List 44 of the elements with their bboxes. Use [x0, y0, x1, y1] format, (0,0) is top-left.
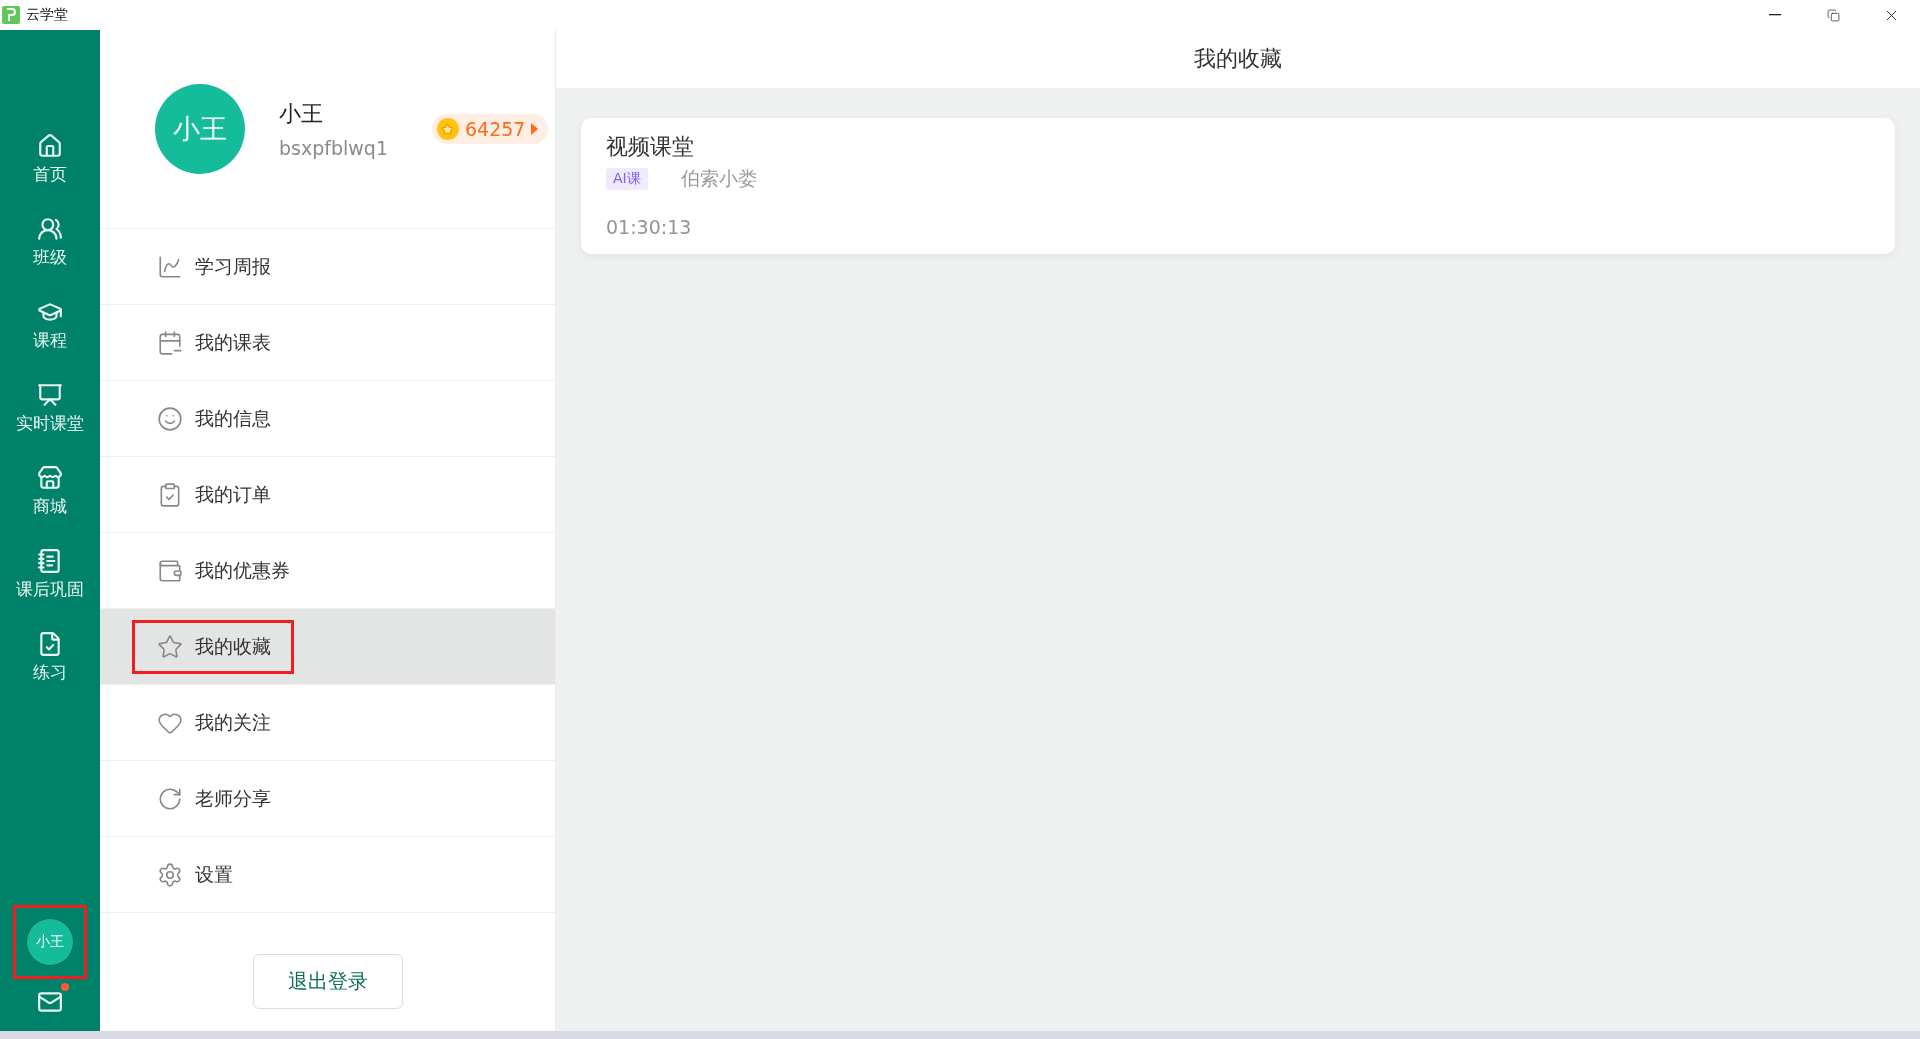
menu-item[interactable]: 学习周报 [132, 239, 294, 294]
nav-item[interactable]: 首页 [5, 118, 95, 201]
menu-item[interactable]: 设置 [132, 847, 256, 902]
checked-document-icon [37, 631, 63, 657]
nav-item[interactable]: 班级 [5, 201, 95, 284]
minimize-icon [1769, 14, 1781, 16]
username: bsxpfblwq1 [279, 137, 388, 159]
nav-item[interactable]: 商城 [5, 450, 95, 533]
menu-item[interactable]: 我的课表 [132, 315, 294, 370]
page-title: 我的收藏 [556, 30, 1920, 88]
caret-icon [531, 123, 539, 135]
star-icon [157, 633, 183, 660]
face-icon [157, 405, 183, 432]
menu-item[interactable]: 我的收藏 [132, 619, 294, 674]
calendar-icon [157, 329, 183, 356]
duration: 01:30:13 [606, 216, 693, 238]
nav-item[interactable]: 实时课堂 [5, 367, 95, 450]
menu-item[interactable]: 我的关注 [132, 695, 294, 750]
home-icon [37, 133, 63, 159]
profile-avatar: 小王 [155, 84, 245, 174]
restore-icon [1826, 8, 1840, 22]
nav-item[interactable]: 练习 [5, 616, 95, 699]
notebook-icon [37, 548, 63, 574]
user-name: 小王 [279, 100, 324, 128]
menu-item[interactable]: 老师分享 [132, 771, 294, 826]
logout-button[interactable]: 退出登录 [252, 954, 403, 1009]
favorite-card[interactable]: 视频课堂 AI课 伯索小娄 01:30:13 [581, 118, 1895, 254]
menu-item[interactable]: 我的优惠券 [132, 543, 313, 598]
card-title: 视频课堂 [606, 133, 695, 161]
coin-icon [437, 118, 459, 140]
people-icon [37, 216, 63, 242]
menu-item[interactable]: 我的订单 [132, 467, 294, 522]
mail-button[interactable] [37, 989, 63, 1015]
nav-item[interactable]: 课后巩固 [5, 533, 95, 616]
wallet-icon [157, 557, 183, 584]
presentation-icon [37, 382, 63, 408]
settings-icon [157, 861, 183, 888]
menu-item[interactable]: 我的信息 [132, 391, 294, 446]
course-tag: AI课 [606, 168, 648, 190]
rotate-arrow-icon [157, 785, 183, 812]
teacher-name: 伯索小娄 [680, 166, 757, 191]
store-icon [37, 465, 63, 491]
window-title: 云学堂 [26, 6, 68, 24]
nav-item[interactable]: 课程 [5, 284, 95, 367]
